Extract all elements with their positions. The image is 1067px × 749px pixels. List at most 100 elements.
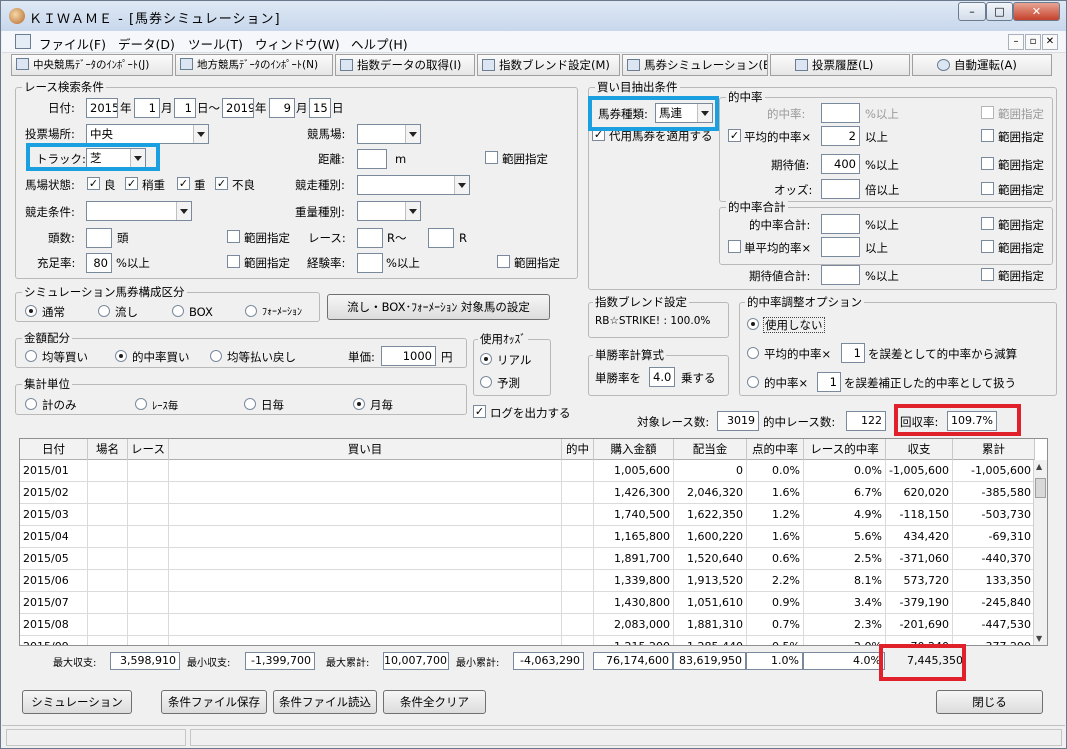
equal-buy-radio[interactable] (25, 350, 37, 362)
menu-file[interactable]: ファイル(F) (39, 34, 106, 53)
import-central-button[interactable]: 中央競馬ﾃﾞｰﾀのｲﾝﾎﾟｰﾄ(J) (11, 54, 173, 76)
bet-simulation-button[interactable]: 馬券シミュレーション(B) (622, 54, 768, 76)
col-cumulative[interactable]: 累計 (953, 439, 1035, 460)
adjust-rate-input[interactable]: 1 (817, 372, 841, 392)
condition-heavy-checkbox[interactable]: ✓ (177, 177, 190, 190)
avg-hit-rate-checkbox[interactable]: ✓ (728, 129, 741, 142)
adjust-rate-radio[interactable] (747, 376, 759, 388)
run-simulation-button[interactable]: シミュレーション (22, 690, 132, 714)
child-close-button[interactable]: ✕ (1042, 34, 1058, 50)
maximize-button[interactable]: □ (986, 2, 1013, 21)
start-month-input[interactable]: 1 (134, 98, 160, 118)
col-purchase[interactable]: 購入金額 (594, 439, 674, 460)
adjust-avg-input[interactable]: 1 (841, 343, 865, 363)
venue-select[interactable]: 中央 (86, 124, 209, 144)
experience-rate-input[interactable] (357, 253, 383, 273)
hit-sum-range-checkbox[interactable] (981, 217, 994, 230)
start-year-input[interactable]: 2015 (86, 98, 118, 118)
race-condition-select[interactable] (86, 201, 192, 221)
adjust-none-radio[interactable] (747, 318, 759, 330)
save-conditions-button[interactable]: 条件ファイル保存 (161, 690, 267, 714)
avg-range-checkbox[interactable] (981, 129, 994, 142)
table-row[interactable]: 2015/05 1,891,700 1,520,640 0.6% 2.5% -371,06… (20, 548, 1035, 570)
start-day-input[interactable]: 1 (174, 98, 196, 118)
close-button[interactable]: 閉じる (936, 690, 1043, 714)
race-to-input[interactable] (428, 228, 454, 248)
col-hit[interactable]: 的中 (562, 439, 594, 460)
hit-sum-input[interactable] (821, 214, 860, 234)
agg-total-radio[interactable] (25, 398, 37, 410)
table-row[interactable]: 2015/07 1,430,800 1,051,610 0.9% 3.4% -379,19… (20, 592, 1035, 614)
runners-range-checkbox[interactable] (227, 230, 240, 243)
race-from-input[interactable] (357, 228, 383, 248)
table-row[interactable]: 2015/04 1,165,800 1,600,220 1.6% 5.6% 434,420… (20, 526, 1035, 548)
single-avg-checkbox[interactable] (728, 240, 741, 253)
sim-box-radio[interactable] (172, 305, 184, 317)
table-row[interactable]: 2015/01 1,005,600 0 0.0% 0.0% -1,005,600 -1,00… (20, 460, 1035, 482)
hit-rate-input[interactable] (821, 103, 860, 123)
document-icon[interactable] (15, 34, 31, 49)
agg-day-radio[interactable] (244, 398, 256, 410)
experience-range-checkbox[interactable] (497, 255, 510, 268)
adjust-avg-radio[interactable] (747, 347, 759, 359)
col-race-hit-rate[interactable]: レース的中率 (804, 439, 886, 460)
close-window-button[interactable]: ✕ (1013, 2, 1060, 21)
sim-normal-radio[interactable] (25, 305, 37, 317)
condition-slightly-heavy-checkbox[interactable]: ✓ (125, 177, 138, 190)
distance-range-checkbox[interactable] (485, 151, 498, 164)
ev-sum-range-checkbox[interactable] (981, 268, 994, 281)
odds-real-radio[interactable] (480, 353, 492, 365)
agg-month-radio[interactable] (353, 398, 365, 410)
menu-tools[interactable]: ツール(T) (188, 34, 243, 53)
vote-history-button[interactable]: 投票履歴(L) (770, 54, 910, 76)
race-type-select[interactable] (357, 175, 470, 195)
hit-rate-buy-radio[interactable] (115, 350, 127, 362)
equal-payout-radio[interactable] (210, 350, 222, 362)
menu-help[interactable]: ヘルプ(H) (351, 34, 408, 53)
end-year-input[interactable]: 2019 (222, 98, 254, 118)
target-horse-settings-button[interactable]: 流し・BOX･ﾌｫｰﾒｰｼｮﾝ 対象馬の設定 (327, 294, 550, 320)
agg-race-radio[interactable] (135, 398, 147, 410)
scroll-thumb[interactable] (1035, 478, 1046, 498)
ev-range-checkbox[interactable] (981, 157, 994, 170)
import-local-button[interactable]: 地方競馬ﾃﾞｰﾀのｲﾝﾎﾟｰﾄ(N) (175, 54, 333, 76)
table-row[interactable]: 2015/06 1,339,800 1,913,520 2.2% 8.1% 573,720… (20, 570, 1035, 592)
odds-predicted-radio[interactable] (480, 376, 492, 388)
odds-range-checkbox[interactable] (981, 182, 994, 195)
col-race[interactable]: レース (128, 439, 169, 460)
child-minimize-button[interactable]: – (1008, 34, 1024, 50)
table-row[interactable]: 2015/08 2,083,000 1,881,310 0.7% 2.3% -201,69… (20, 614, 1035, 636)
distance-input[interactable] (357, 149, 387, 169)
runners-input[interactable] (86, 228, 112, 248)
condition-bad-checkbox[interactable]: ✓ (215, 177, 228, 190)
unit-price-input[interactable]: 1000 (381, 346, 436, 366)
menu-window[interactable]: ウィンドウ(W) (255, 34, 340, 53)
scroll-down-icon[interactable]: ▼ (1036, 634, 1042, 643)
minimize-button[interactable]: – (958, 2, 986, 21)
menu-data[interactable]: データ(D) (118, 34, 175, 53)
single-avg-range-checkbox[interactable] (981, 240, 994, 253)
avg-hit-rate-input[interactable]: 2 (821, 126, 860, 146)
load-conditions-button[interactable]: 条件ファイル読込 (273, 690, 377, 714)
fill-rate-range-checkbox[interactable] (227, 255, 240, 268)
scroll-up-icon[interactable]: ▲ (1036, 462, 1042, 471)
single-avg-input[interactable] (821, 237, 860, 257)
col-combination[interactable]: 買い目 (169, 439, 562, 460)
col-venue[interactable]: 場名 (88, 439, 128, 460)
col-date[interactable]: 日付 (20, 439, 88, 460)
table-scrollbar[interactable]: ▲ ▼ (1033, 460, 1047, 645)
col-balance[interactable]: 収支 (886, 439, 953, 460)
win-rate-power-input[interactable]: 4.0 (649, 367, 675, 387)
table-row[interactable]: 2015/03 1,740,500 1,622,350 1.2% 4.9% -118,15… (20, 504, 1035, 526)
table-row[interactable]: 2015/02 1,426,300 2,046,320 1.6% 6.7% 620,020… (20, 482, 1035, 504)
sim-formation-radio[interactable] (245, 305, 257, 317)
condition-good-checkbox[interactable]: ✓ (87, 177, 100, 190)
get-index-button[interactable]: 指数データの取得(I) (335, 54, 475, 76)
col-point-hit-rate[interactable]: 点的中率 (747, 439, 804, 460)
end-day-input[interactable]: 15 (309, 98, 331, 118)
weight-type-select[interactable] (357, 201, 421, 221)
output-log-checkbox[interactable]: ✓ (473, 405, 486, 418)
hit-rate-range-checkbox[interactable] (981, 106, 994, 119)
fill-rate-input[interactable]: 80 (86, 253, 112, 273)
sim-nagashi-radio[interactable] (98, 305, 110, 317)
